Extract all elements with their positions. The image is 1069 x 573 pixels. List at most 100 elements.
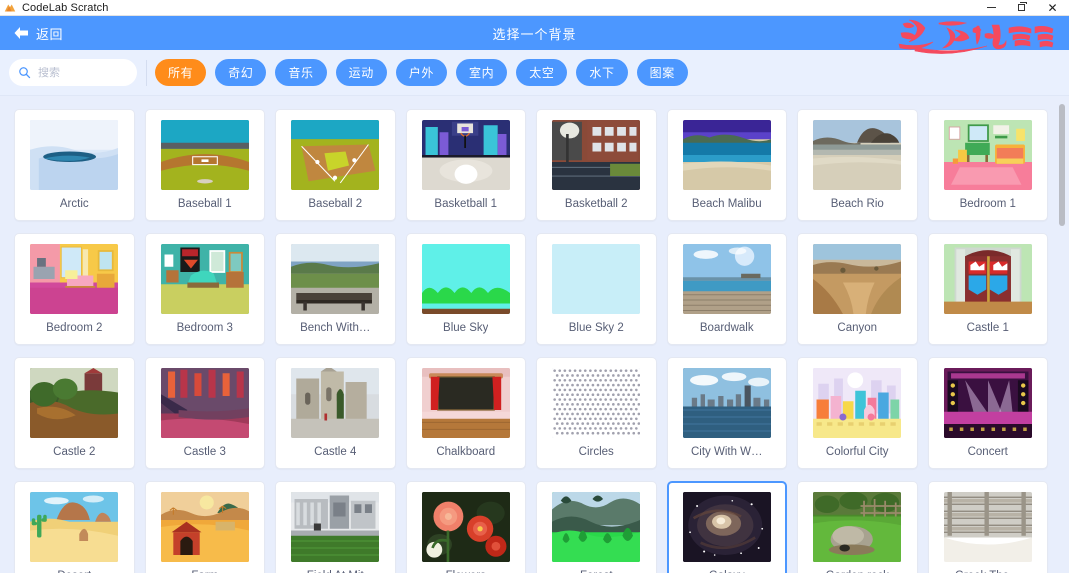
backdrop-card[interactable]: Castle 1 — [928, 233, 1049, 345]
backdrop-label: Blue Sky 2 — [569, 322, 624, 334]
backdrop-card[interactable]: Forest — [536, 481, 657, 573]
flowers-thumb — [422, 492, 510, 562]
filter-tag-1[interactable]: 奇幻 — [215, 59, 266, 86]
backdrop-card[interactable]: Garden rock — [797, 481, 918, 573]
backdrop-card[interactable]: Arctic — [14, 109, 135, 221]
bedroom2-thumb — [30, 244, 118, 314]
backdrop-card[interactable]: Blue Sky 2 — [536, 233, 657, 345]
filter-tag-7[interactable]: 水下 — [576, 59, 627, 86]
backdrop-card[interactable]: Baseball 1 — [145, 109, 266, 221]
scrollbar-thumb[interactable] — [1059, 104, 1065, 226]
backdrop-grid: Arctic Baseball 1 Baseball 2 Basketball 1 Ba… — [0, 96, 1069, 573]
baseball1-thumb — [161, 120, 249, 190]
backdrop-card[interactable]: Concert — [928, 357, 1049, 469]
backdrop-card[interactable]: Greek The… — [928, 481, 1049, 573]
castle4-thumb — [291, 368, 379, 438]
backdrop-library-scroll[interactable]: Arctic Baseball 1 Baseball 2 Basketball 1 Ba… — [0, 96, 1069, 573]
maximize-icon — [1018, 4, 1025, 11]
bedroom3-thumb — [161, 244, 249, 314]
backdrop-label: Castle 2 — [53, 446, 95, 458]
backdrop-label: Bench With… — [300, 322, 370, 334]
basketball2-thumb — [552, 120, 640, 190]
backdrop-card[interactable]: Basketball 2 — [536, 109, 657, 221]
farm-thumb — [161, 492, 249, 562]
colorful-city-thumb — [813, 368, 901, 438]
backdrop-label: Chalkboard — [436, 446, 495, 458]
backdrop-card[interactable]: Basketball 1 — [406, 109, 527, 221]
backdrop-label: Bedroom 3 — [177, 322, 233, 334]
castle1-thumb — [944, 244, 1032, 314]
search-icon — [18, 66, 31, 79]
backdrop-card[interactable]: City With W… — [667, 357, 788, 469]
backdrop-label: Basketball 2 — [565, 198, 628, 210]
forest-thumb — [552, 492, 640, 562]
galaxy-thumb — [683, 492, 771, 562]
beach-malibu-thumb — [683, 120, 771, 190]
search-box[interactable] — [9, 59, 137, 86]
backdrop-label: Beach Malibu — [692, 198, 762, 210]
boardwalk-thumb — [683, 244, 771, 314]
field-at-mit-thumb — [291, 492, 379, 562]
filter-tag-5[interactable]: 室内 — [456, 59, 507, 86]
backdrop-card[interactable]: Castle 3 — [145, 357, 266, 469]
back-label: 返回 — [36, 24, 63, 43]
backdrop-card[interactable]: Castle 4 — [275, 357, 396, 469]
filter-tag-2[interactable]: 音乐 — [275, 59, 326, 86]
scrollbar-track[interactable] — [1059, 99, 1067, 571]
blue-sky2-thumb — [552, 244, 640, 314]
backdrop-label: Concert — [968, 446, 1008, 458]
backdrop-label: Blue Sky — [443, 322, 488, 334]
backdrop-label: Boardwalk — [700, 322, 754, 334]
minimize-icon — [987, 7, 996, 8]
castle3-thumb — [161, 368, 249, 438]
brand-logo — [895, 13, 1061, 57]
backdrop-card[interactable]: Chalkboard — [406, 357, 527, 469]
filter-tag-6[interactable]: 太空 — [516, 59, 567, 86]
backdrop-card[interactable]: Canyon — [797, 233, 918, 345]
filter-tag-8[interactable]: 图案 — [637, 59, 688, 86]
baseball2-thumb — [291, 120, 379, 190]
beach-rio-thumb — [813, 120, 901, 190]
backdrop-card[interactable]: Bedroom 3 — [145, 233, 266, 345]
backdrop-card[interactable]: Bedroom 2 — [14, 233, 135, 345]
filter-tag-4[interactable]: 户外 — [396, 59, 447, 86]
backdrop-card[interactable]: Castle 2 — [14, 357, 135, 469]
backdrop-label: Baseball 2 — [308, 198, 362, 210]
backdrop-label: Colorful City — [826, 446, 889, 458]
tag-list: 所有奇幻音乐运动户外室内太空水下图案 — [155, 59, 688, 86]
greek-theater-thumb — [944, 492, 1032, 562]
backdrop-card[interactable]: Field At Mit — [275, 481, 396, 573]
backdrop-card[interactable]: Flowers — [406, 481, 527, 573]
garden-rock-thumb — [813, 492, 901, 562]
filter-tag-3[interactable]: 运动 — [336, 59, 387, 86]
canyon-thumb — [813, 244, 901, 314]
backdrop-card[interactable]: Farm — [145, 481, 266, 573]
backdrop-card[interactable]: Beach Rio — [797, 109, 918, 221]
backdrop-card[interactable]: Circles — [536, 357, 657, 469]
castle2-thumb — [30, 368, 118, 438]
backdrop-card[interactable]: Blue Sky — [406, 233, 527, 345]
backdrop-label: Basketball 1 — [434, 198, 497, 210]
backdrop-card[interactable]: Beach Malibu — [667, 109, 788, 221]
backdrop-label: Circles — [579, 446, 614, 458]
search-input[interactable] — [38, 67, 128, 79]
backdrop-card[interactable]: Desert — [14, 481, 135, 573]
scratch-cat-icon — [3, 1, 17, 15]
desert-thumb — [30, 492, 118, 562]
backdrop-label: Castle 1 — [967, 322, 1009, 334]
backdrop-card[interactable]: Bench With… — [275, 233, 396, 345]
filter-tag-0[interactable]: 所有 — [155, 59, 206, 86]
backdrop-card[interactable]: Colorful City — [797, 357, 918, 469]
backdrop-label: Beach Rio — [831, 198, 884, 210]
backdrop-card[interactable]: Galaxy — [667, 481, 788, 573]
backdrop-label: Bedroom 1 — [960, 198, 1016, 210]
backdrop-card[interactable]: Bedroom 1 — [928, 109, 1049, 221]
backdrop-card[interactable]: Boardwalk — [667, 233, 788, 345]
basketball1-thumb — [422, 120, 510, 190]
bedroom1-thumb — [944, 120, 1032, 190]
blue-sky-thumb — [422, 244, 510, 314]
back-button[interactable]: 返回 — [13, 24, 63, 43]
backdrop-card[interactable]: Baseball 2 — [275, 109, 396, 221]
backdrop-label: Arctic — [60, 198, 89, 210]
back-arrow-icon — [13, 26, 29, 40]
